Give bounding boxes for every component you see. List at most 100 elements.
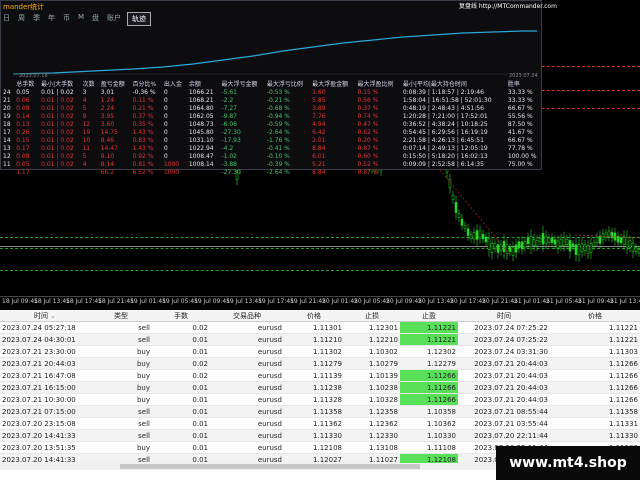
table-cell: 2023.07.20 22:11:44 [458,429,550,442]
stats-cell: 0.37 % [357,105,379,112]
stats-cell: 5.21 [312,161,326,168]
menu-item[interactable]: 账户 [107,13,121,23]
scrollbar-thumb[interactable] [120,464,420,469]
menu-item[interactable]: 盘 [92,13,99,23]
candle [583,244,587,252]
table-row[interactable]: 2023.07.24 05:27:18 sell 0.02 eurusd 1.11301… [0,321,640,334]
stats-cell: 0.05 [16,161,30,168]
stats-cell: 1068.21 [188,97,214,104]
table-row[interactable]: 2023.07.20 23:15:08 sell 0.01 eurusd 1.11362… [0,417,640,430]
candle [568,240,572,252]
stats-cell: -0.39 % [266,161,290,168]
stats-header: 盈亏金额 [100,81,125,88]
table-row[interactable]: 2023.07.21 07:15:00 sell 0.01 eurusd 1.11358… [0,405,640,418]
table-cell: 1.11108 [400,441,458,454]
time-tick-label: 18 Jul 17:45 [66,298,102,305]
chevron-down-icon[interactable]: ⌄ [48,312,56,320]
table-row[interactable]: 2023.07.21 16:47:08 buy 0.02 eurusd 1.11139 1… [0,369,640,382]
column-header[interactable]: 交易品种 [210,310,284,322]
website-link[interactable]: 复盘线 http://MTCommander.com [459,1,557,12]
stats-table: 总手数 最小|大手数 次数 盈亏金额 百分比% 出入金 余额 最大浮亏金额 最大浮亏比例 最大浮盈… [1,81,543,177]
candle [523,241,527,248]
stats-cell: 0.13 [16,121,30,128]
column-header[interactable]: 类型 [90,310,152,322]
stats-cell: 0.52 % [357,161,379,168]
table-row[interactable]: 2023.07.21 16:15:00 buy 0.01 eurusd 1.11238 1… [0,381,640,394]
table-cell: 1.11362 [284,417,344,430]
period-menu: 日周季年币 M 盘账户 [3,13,121,23]
stats-cell: -9.87 [221,113,237,120]
column-header[interactable]: 止盈 [400,310,458,322]
stats-header: 百分比% [132,81,157,88]
candle [631,242,635,252]
stats-cell: 1:58:04 | 16:51:58 | 52:01:30 [402,97,492,104]
time-tick-label: 19 Jul 01:45 [130,298,166,305]
stats-cell: 17 [3,129,11,136]
menu-item[interactable]: 周 [18,13,25,23]
stats-cell: 1000 [163,169,180,176]
table-cell: 2023.07.21 16:15:00 [0,381,90,394]
stats-cell: -0.21 % [266,97,290,104]
table-cell: 1.11266 [550,357,640,370]
price-chart[interactable]: mander统计 复盘线 http://MTCommander.com 日周季年… [0,0,640,310]
column-header[interactable]: 时间 [458,310,550,322]
candle [532,239,536,247]
table-row[interactable]: 2023.07.21 20:44:03 buy 0.02 eurusd 1.11279 1… [0,357,640,370]
stats-cell: 5 [82,105,87,112]
tab-track[interactable]: 轨迹 [127,12,151,26]
stats-cell: 3.01 [100,89,115,96]
table-cell: 0.01 [152,417,210,430]
stats-cell: -7.27 [221,105,237,112]
candle [496,244,500,253]
stats-cell: 8.84 [312,169,326,176]
menu-item[interactable]: 年 [48,13,55,23]
stats-cell: 0.92 % [132,153,154,160]
menu-item[interactable]: 季 [33,13,40,23]
candle [580,243,584,252]
stats-cell: -17.93 [221,137,241,144]
stats-cell: 1.43 % [132,145,154,152]
table-row[interactable]: 2023.07.21 23:30:00 buy 0.01 eurusd 1.11302 1… [0,345,640,358]
candle [598,235,602,244]
stats-cell: 1064.80 [188,105,214,112]
stats-window[interactable]: mander统计 复盘线 http://MTCommander.com 日周季年… [0,0,557,176]
stats-header: 出入金 [163,81,182,88]
stats-cell: 6.42 [312,129,326,136]
table-cell: 1.11238 [284,381,344,394]
table-cell: buy [90,441,152,454]
table-cell: sell [90,405,152,418]
table-cell: eurusd [210,321,284,334]
candle [616,236,620,243]
menu-item[interactable]: 币 [63,13,70,23]
stats-cell: 0.56 % [357,97,379,104]
table-row[interactable]: 2023.07.24 04:30:01 sell 0.01 eurusd 1.11210… [0,333,640,346]
stats-cell: -0.10 % [266,153,290,160]
table-row[interactable]: 2023.07.21 10:30:00 buy 0.01 eurusd 1.11328 1… [0,393,640,406]
table-cell: sell [90,333,152,346]
table-cell: 2023.07.20 14:41:33 [0,429,90,442]
column-header[interactable]: 止损 [344,310,400,322]
stats-cell: 20 [3,105,11,112]
stats-cell: 0 [163,137,168,144]
table-cell: 1.12108 [284,441,344,454]
stats-cell: 1:20:28 | 7:21:00 | 17:52:01 [402,113,488,120]
menu-item[interactable]: M [78,13,84,23]
stats-cell: 4.94 [312,121,326,128]
table-cell: 0.01 [152,393,210,406]
stats-cell: 55.56 % [507,113,533,120]
stats-cell: -1.02 [221,153,237,160]
stats-cell: 5 [82,153,87,160]
stats-cell: 1031.10 [188,137,214,144]
table-cell: 1.11328 [284,393,344,406]
table-cell: 2023.07.20 23:15:08 [0,417,90,430]
column-header[interactable]: 手数 [152,310,210,322]
table-row[interactable]: 2023.07.20 14:41:33 sell 0.01 eurusd 1.11330… [0,429,640,442]
menu-item[interactable]: 日 [3,13,10,23]
column-header[interactable]: 时间 ⌄ [0,310,90,322]
stats-row: 24 0.05 0.01 | 0.02 3 3.01 -0.36 % 0 1066.21 -5.… [1,89,543,97]
time-tick-label: 19 Jul 13:45 [226,298,262,305]
column-header[interactable]: 价格 [550,310,640,322]
column-header[interactable]: 价格 [284,310,344,322]
stats-cell: 6.01 [312,153,326,160]
orders-table: 时间 ⌄ 类型 手数 交易品种 价格 止损 止盈 时间 价格 2023.07.24 05:27:… [0,310,640,466]
